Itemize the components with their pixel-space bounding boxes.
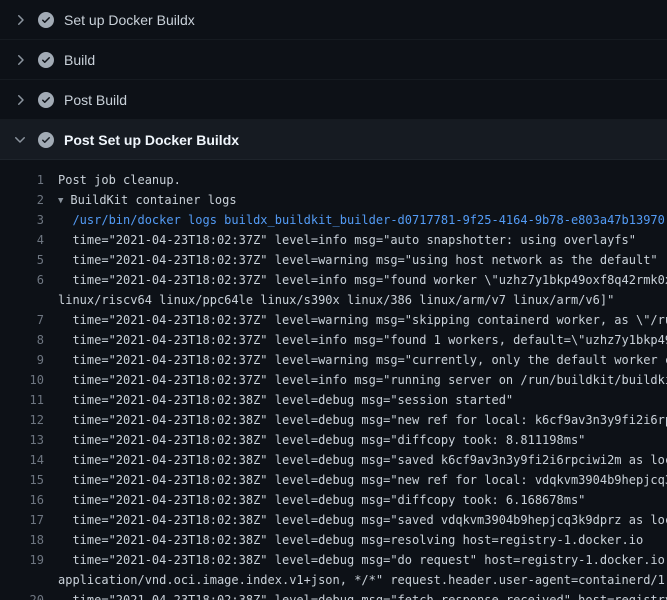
log-line: 17 time="2021-04-23T18:02:38Z" level=deb… [0, 510, 667, 530]
log-line: 12 time="2021-04-23T18:02:38Z" level=deb… [0, 410, 667, 430]
chevron-right-icon[interactable] [12, 12, 28, 28]
check-circle-icon [38, 12, 54, 28]
log-text: time="2021-04-23T18:02:37Z" level=warnin… [58, 310, 667, 330]
log-text: application/vnd.oci.image.index.v1+json,… [58, 570, 667, 590]
step-label[interactable]: Post Build [64, 92, 127, 108]
log-line: 11 time="2021-04-23T18:02:38Z" level=deb… [0, 390, 667, 410]
line-number[interactable]: 15 [0, 470, 46, 490]
log-line: 15 time="2021-04-23T18:02:38Z" level=deb… [0, 470, 667, 490]
log-line: 14 time="2021-04-23T18:02:38Z" level=deb… [0, 450, 667, 470]
log-text: time="2021-04-23T18:02:37Z" level=warnin… [58, 250, 667, 270]
log-line: 2 ▼ BuildKit container logs [0, 190, 667, 210]
step-row-set-up-docker-buildx[interactable]: Set up Docker Buildx [0, 0, 667, 40]
line-number[interactable]: 1 [0, 170, 46, 190]
log-line: 20 time="2021-04-23T18:02:38Z" level=deb… [0, 590, 667, 600]
line-number[interactable]: 16 [0, 490, 46, 510]
command-text: /usr/bin/docker logs buildx_buildkit_bui… [58, 210, 667, 230]
log-text: time="2021-04-23T18:02:37Z" level=info m… [58, 370, 667, 390]
log-line: 9 time="2021-04-23T18:02:37Z" level=warn… [0, 350, 667, 370]
log-text: time="2021-04-23T18:02:38Z" level=debug … [58, 590, 667, 600]
log-text: time="2021-04-23T18:02:38Z" level=debug … [58, 490, 667, 510]
line-number [0, 570, 46, 590]
line-number[interactable]: 20 [0, 590, 46, 600]
log-line: 5 time="2021-04-23T18:02:37Z" level=warn… [0, 250, 667, 270]
log-text: time="2021-04-23T18:02:37Z" level=info m… [58, 270, 667, 290]
check-circle-icon [38, 132, 54, 148]
group-title[interactable]: BuildKit container logs [70, 193, 236, 207]
check-circle-icon [38, 52, 54, 68]
line-number[interactable]: 4 [0, 230, 46, 250]
line-number[interactable]: 2 [0, 190, 46, 210]
log-line: 16 time="2021-04-23T18:02:38Z" level=deb… [0, 490, 667, 510]
log-text: time="2021-04-23T18:02:37Z" level=info m… [58, 230, 667, 250]
log-text: time="2021-04-23T18:02:38Z" level=debug … [58, 530, 667, 550]
log-line: linux/riscv64 linux/ppc64le linux/s390x … [0, 290, 667, 310]
line-number[interactable]: 18 [0, 530, 46, 550]
actions-log-viewer: Set up Docker Buildx Build Post Build [0, 0, 667, 600]
log-text: time="2021-04-23T18:02:37Z" level=warnin… [58, 350, 667, 370]
steps-list: Set up Docker Buildx Build Post Build [0, 0, 667, 160]
log-text: time="2021-04-23T18:02:38Z" level=debug … [58, 450, 667, 470]
log-text: linux/riscv64 linux/ppc64le linux/s390x … [58, 290, 667, 310]
chevron-right-icon[interactable] [12, 52, 28, 68]
log-line: 3 /usr/bin/docker logs buildx_buildkit_b… [0, 210, 667, 230]
log-line: 10 time="2021-04-23T18:02:37Z" level=inf… [0, 370, 667, 390]
line-number[interactable]: 12 [0, 410, 46, 430]
chevron-down-icon[interactable] [12, 132, 28, 148]
log-text: time="2021-04-23T18:02:38Z" level=debug … [58, 470, 667, 490]
log-line: 1 Post job cleanup. [0, 170, 667, 190]
line-number[interactable]: 5 [0, 250, 46, 270]
log-text: time="2021-04-23T18:02:37Z" level=info m… [58, 330, 667, 350]
log-line: 7 time="2021-04-23T18:02:37Z" level=warn… [0, 310, 667, 330]
line-number[interactable]: 9 [0, 350, 46, 370]
line-number[interactable]: 11 [0, 390, 46, 410]
log-line: 18 time="2021-04-23T18:02:38Z" level=deb… [0, 530, 667, 550]
log-line: 4 time="2021-04-23T18:02:37Z" level=info… [0, 230, 667, 250]
log-line: 8 time="2021-04-23T18:02:37Z" level=info… [0, 330, 667, 350]
step-row-build[interactable]: Build [0, 40, 667, 80]
log-line: 19 time="2021-04-23T18:02:38Z" level=deb… [0, 550, 667, 570]
line-number[interactable]: 17 [0, 510, 46, 530]
line-number[interactable]: 6 [0, 270, 46, 290]
log-group-header: ▼ BuildKit container logs [58, 190, 667, 210]
step-row-post-set-up-docker-buildx[interactable]: Post Set up Docker Buildx [0, 120, 667, 160]
check-circle-icon [38, 92, 54, 108]
chevron-right-icon[interactable] [12, 92, 28, 108]
log-text: time="2021-04-23T18:02:38Z" level=debug … [58, 510, 667, 530]
step-row-post-build[interactable]: Post Build [0, 80, 667, 120]
line-number[interactable]: 7 [0, 310, 46, 330]
group-caret-icon[interactable]: ▼ [58, 191, 63, 210]
log-line: 6 time="2021-04-23T18:02:37Z" level=info… [0, 270, 667, 290]
line-number[interactable]: 19 [0, 550, 46, 570]
line-number[interactable]: 8 [0, 330, 46, 350]
log-text: Post job cleanup. [58, 170, 667, 190]
log-text: time="2021-04-23T18:02:38Z" level=debug … [58, 550, 667, 570]
line-number [0, 290, 46, 310]
log-text: time="2021-04-23T18:02:38Z" level=debug … [58, 430, 667, 450]
line-number[interactable]: 3 [0, 210, 46, 230]
log-text: time="2021-04-23T18:02:38Z" level=debug … [58, 410, 667, 430]
step-label[interactable]: Build [64, 52, 95, 68]
log-viewer: 1 Post job cleanup. 2 ▼ BuildKit container l… [0, 160, 667, 600]
step-label[interactable]: Post Set up Docker Buildx [64, 132, 239, 148]
line-number[interactable]: 14 [0, 450, 46, 470]
log-line: application/vnd.oci.image.index.v1+json,… [0, 570, 667, 590]
log-text: time="2021-04-23T18:02:38Z" level=debug … [58, 390, 667, 410]
log-lines-container: 1 Post job cleanup. 2 ▼ BuildKit container l… [0, 170, 667, 600]
line-number[interactable]: 13 [0, 430, 46, 450]
step-label[interactable]: Set up Docker Buildx [64, 12, 195, 28]
line-number[interactable]: 10 [0, 370, 46, 390]
log-line: 13 time="2021-04-23T18:02:38Z" level=deb… [0, 430, 667, 450]
